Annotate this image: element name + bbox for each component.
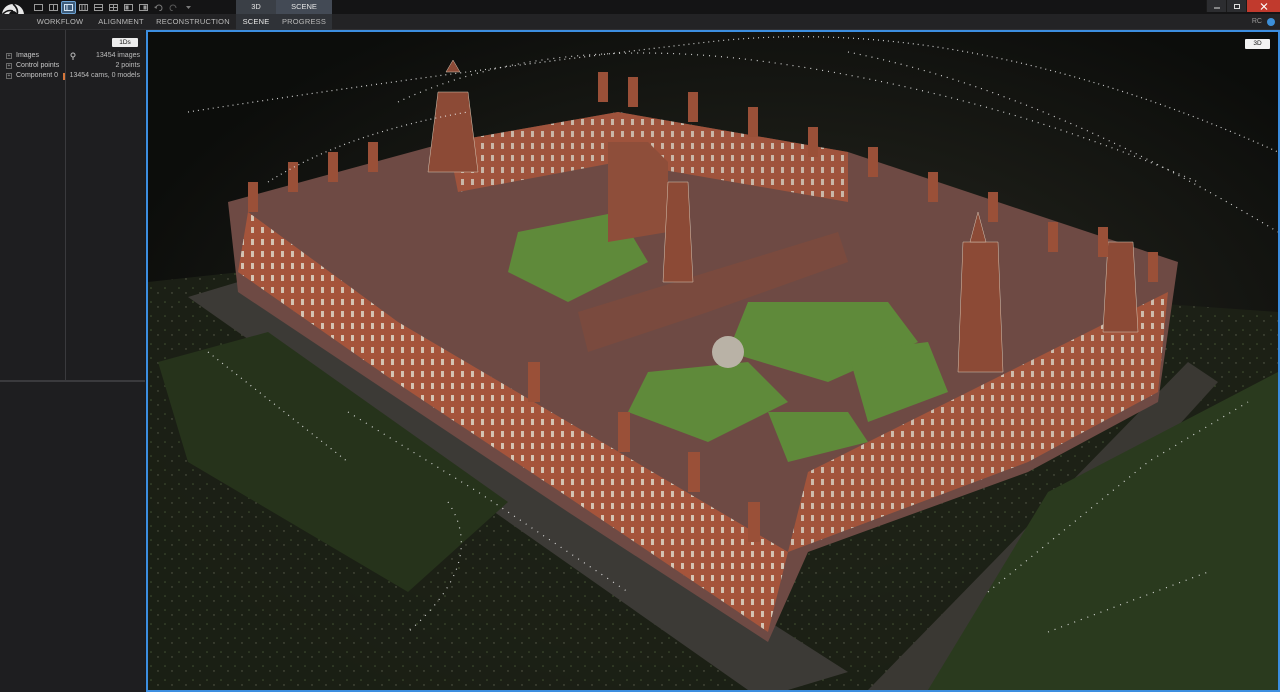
3d-viewport[interactable]: 3D [146,30,1280,692]
view-mode-badge[interactable]: 3D [1245,39,1270,49]
quick-access-toolbar [32,1,195,14]
column-divider[interactable] [65,30,66,382]
component-marker [63,73,65,80]
tab-progress[interactable]: PROGRESS [276,14,332,30]
customize-icon[interactable] [182,2,195,13]
expand-icon[interactable]: + [6,53,12,59]
tree-item-value: 13454 cams, 0 models [69,72,140,79]
layout-6-icon[interactable] [107,2,120,13]
tab-workflow[interactable]: WORKFLOW [30,14,90,30]
tree-item-label: Images [16,52,39,59]
1ds-tree-view: 1Ds + Images 13454 images + Control poin… [0,30,145,382]
undo-icon[interactable] [152,2,165,13]
tree-item-label: Component 0 [16,72,59,79]
1ds-panel: 1Ds + Images 13454 images + Control poin… [0,30,145,692]
point-cloud-render[interactable] [148,32,1278,690]
tree-item-value: 13454 images [96,52,140,59]
tree-item-label: Control points [16,62,60,69]
tree-item-component-0[interactable]: + Component 0 13454 cams, 0 models [0,71,145,81]
ribbon-tab-bar: WORKFLOW ALIGNMENT RECONSTRUCTION SCENE … [0,14,1280,30]
layout-1-icon[interactable] [32,2,45,13]
help-icon[interactable] [1267,18,1275,26]
tree-item-control-points[interactable]: + Control points 2 points [0,61,145,71]
layout-8-icon[interactable] [137,2,150,13]
context-tab-scene[interactable]: SCENE [276,0,332,14]
restore-icon[interactable] [1226,0,1246,12]
layout-3-icon[interactable] [61,1,76,14]
rc-label: RC [1251,18,1262,25]
tree-item-value: 2 points [115,62,140,69]
tree-item-images[interactable]: + Images 13454 images [0,51,145,61]
expand-icon[interactable]: + [6,73,12,79]
context-tab-3d[interactable]: 3D [236,0,276,14]
close-icon[interactable] [1246,0,1280,12]
layout-4-icon[interactable] [77,2,90,13]
redo-icon[interactable] [167,2,180,13]
window-controls [1206,0,1280,12]
layout-2-icon[interactable] [47,2,60,13]
expand-icon[interactable]: + [6,63,12,69]
layout-7-icon[interactable] [122,2,135,13]
tab-scene[interactable]: SCENE [236,14,276,30]
layout-5-icon[interactable] [92,2,105,13]
context-tab-group: 3D SCENE [236,0,332,14]
pin-icon [70,52,76,60]
panel-badge: 1Ds [112,38,138,47]
minimize-icon[interactable] [1206,0,1226,12]
tab-alignment[interactable]: ALIGNMENT [92,14,150,30]
tab-reconstruction[interactable]: RECONSTRUCTION [152,14,234,30]
